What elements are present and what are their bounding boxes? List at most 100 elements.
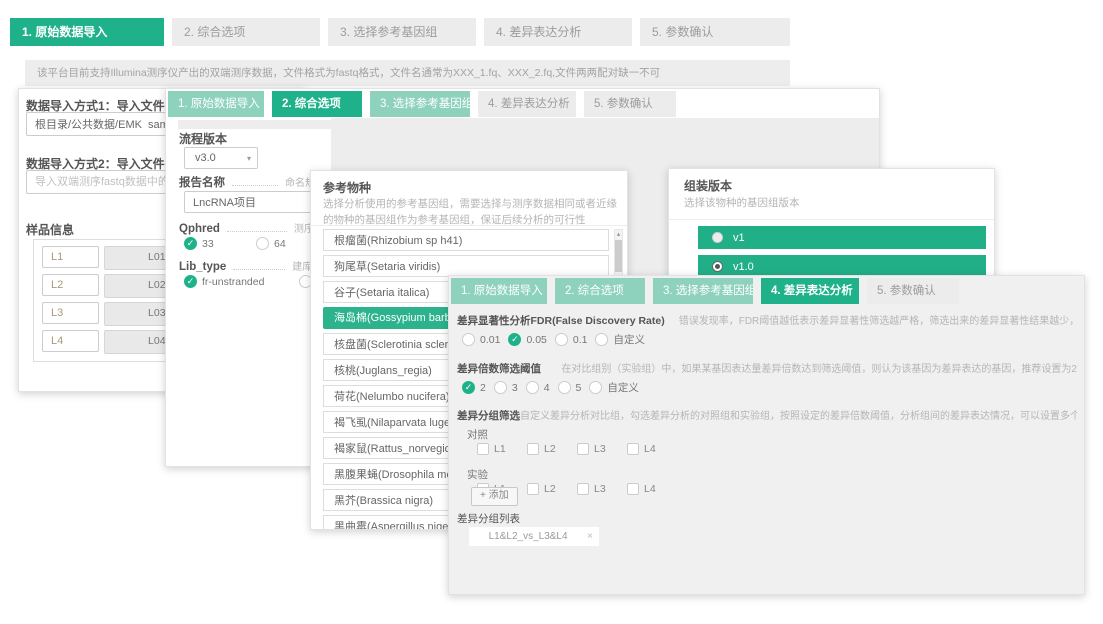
tab-step5-confirm[interactable]: 5. 参数确认 [867, 278, 959, 304]
group-filter-label: 差异分组筛选 [457, 408, 520, 423]
tab-step1-raw-data-import[interactable]: 1. 原始数据导入 [168, 91, 264, 117]
radio-label: 0.05 [526, 334, 546, 346]
tab-step1-raw-data-import[interactable]: 1. 原始数据导入 [10, 18, 164, 46]
radio-fc-5[interactable]: 5 [558, 381, 582, 394]
tab-step3-reference-genome[interactable]: 3. 选择参考基因组 [653, 278, 753, 304]
pipeline-version-label: 流程版本 [179, 130, 227, 147]
report-name-label: 报告名称 [179, 177, 225, 189]
control-checkbox-row: L1 L2 L3 L4 [477, 443, 671, 455]
fold-change-row: 差异倍数筛选阈值 在对比组别（实验组）中，如果某基因表达量差异倍数达到筛选阈值，… [457, 360, 1077, 376]
species-panel-description: 选择分析使用的参考基因组，需要选择与测序数据相同或者近缘的物种的基因组作为参考基… [323, 196, 617, 229]
checkbox-label: L1 [494, 443, 506, 455]
tab-step2-general-options[interactable]: 2. 综合选项 [272, 91, 362, 117]
group-filter-row: 差异分组筛选 自定义差异分析对比组，勾选差异分析的对照组和实验组，按照设定的差异… [457, 407, 1077, 423]
control-group-label: 对照 [467, 427, 488, 442]
radio-label: 3 [512, 382, 518, 394]
tab-step4-dea[interactable]: 4. 差异表达分析 [484, 18, 632, 46]
checkbox-icon [527, 443, 539, 455]
checkbox-label: L3 [594, 443, 606, 455]
species-panel-title: 参考物种 [323, 179, 371, 196]
fdr-label: 差异显著性分析FDR(False Discovery Rate) [457, 313, 665, 328]
add-group-button[interactable]: + 添加 [471, 487, 518, 506]
fold-change-hint: 在对比组别（实验组）中，如果某基因表达量差异倍数达到筛选阈值，则认为该基因为差异… [561, 360, 1077, 375]
treatment-group-label: 实验 [467, 467, 488, 482]
radio-fc-4[interactable]: 4 [526, 381, 550, 394]
radio-checked-icon [712, 261, 723, 272]
tab-step4-dea[interactable]: 4. 差异表达分析 [761, 278, 859, 304]
radio-unchecked-icon [555, 333, 568, 346]
pipeline-version-value: v3.0 [195, 152, 216, 164]
checkbox-treatment-l4[interactable]: L4 [627, 483, 671, 495]
dotted-leader [233, 260, 285, 270]
group-filter-hint: 自定义差异分析对比组，勾选差异分析的对照组和实验组，按照设定的差异倍数阈值，分析… [520, 407, 1077, 422]
radio-lib-type-fr-unstranded[interactable]: ✓ fr-unstranded [184, 275, 264, 288]
assembly-panel-title: 组装版本 [684, 177, 732, 194]
radio-checked-icon: ✓ [462, 381, 475, 394]
sample-name-input[interactable] [42, 330, 99, 352]
radio-fdr-0-01[interactable]: 0.01 [462, 333, 500, 346]
checkbox-label: L3 [594, 483, 606, 495]
wizard-tabs-options: 1. 原始数据导入 2. 综合选项 3. 选择参考基因组 4. 差异表达分析 5… [168, 91, 676, 117]
radio-label: 0.01 [480, 334, 500, 346]
tab-step2-general-options[interactable]: 2. 综合选项 [172, 18, 320, 46]
checkbox-treatment-l2[interactable]: L2 [527, 483, 571, 495]
tab-step3-reference-genome[interactable]: 3. 选择参考基因组 [370, 91, 470, 117]
version-label: v1 [733, 232, 745, 244]
pipeline-version-select[interactable]: v3.0 ▾ [184, 147, 258, 169]
radio-qphred-64[interactable]: 64 [256, 237, 286, 250]
species-item[interactable]: 根瘤菌(Rhizobium sp h41) [323, 229, 609, 251]
wizard-tabs-back: 1. 原始数据导入 2. 综合选项 3. 选择参考基因组 4. 差异表达分析 5… [10, 18, 790, 46]
checkbox-label: L2 [544, 483, 556, 495]
sample-name-input[interactable] [42, 246, 99, 268]
checkbox-icon [577, 483, 589, 495]
tab-step5-confirm[interactable]: 5. 参数确认 [584, 91, 676, 117]
dotted-leader [227, 222, 287, 232]
checkbox-control-l1[interactable]: L1 [477, 443, 521, 455]
radio-fdr-0-1[interactable]: 0.1 [555, 333, 588, 346]
radio-unchecked-icon [595, 333, 608, 346]
version-option-v1[interactable]: v1 [698, 226, 986, 249]
scrollbar-thumb[interactable] [615, 240, 622, 272]
radio-label: 64 [274, 238, 286, 250]
tab-step5-confirm[interactable]: 5. 参数确认 [640, 18, 790, 46]
checkbox-label: L4 [644, 483, 656, 495]
radio-checked-icon: ✓ [184, 275, 197, 288]
sample-info-label: 样品信息 [26, 221, 74, 238]
radio-label: 2 [480, 382, 486, 394]
tab-step4-dea[interactable]: 4. 差异表达分析 [478, 91, 576, 117]
sample-name-input[interactable] [42, 302, 99, 324]
lib-type-label: Lib_type [179, 261, 226, 273]
radio-qphred-33[interactable]: ✓ 33 [184, 237, 214, 250]
radio-label: fr-unstranded [202, 276, 264, 288]
close-icon[interactable]: × [587, 531, 599, 542]
divider [311, 225, 628, 226]
tab-step3-reference-genome[interactable]: 3. 选择参考基因组 [328, 18, 476, 46]
checkbox-control-l4[interactable]: L4 [627, 443, 671, 455]
radio-fc-3[interactable]: 3 [494, 381, 518, 394]
radio-fdr-0-05[interactable]: ✓0.05 [508, 333, 546, 346]
radio-label: 0.1 [573, 334, 588, 346]
checkbox-control-l3[interactable]: L3 [577, 443, 621, 455]
radio-fc-custom[interactable]: 自定义 [589, 380, 639, 395]
radio-label: 4 [544, 382, 550, 394]
qphred-label: Qphred [179, 223, 220, 235]
checkbox-label: L2 [544, 443, 556, 455]
checkbox-control-l2[interactable]: L2 [527, 443, 571, 455]
assembly-panel-description: 选择该物种的基因组版本 [684, 195, 800, 210]
species-item[interactable]: 狗尾草(Setaria viridis) [323, 255, 609, 277]
tab-step1-raw-data-import[interactable]: 1. 原始数据导入 [451, 278, 547, 304]
dotted-leader [232, 176, 278, 186]
radio-label: 5 [576, 382, 582, 394]
radio-unchecked-icon [712, 232, 723, 243]
radio-fc-2[interactable]: ✓2 [462, 381, 486, 394]
sample-name-input[interactable] [42, 274, 99, 296]
chevron-down-icon: ▾ [247, 154, 251, 163]
fold-change-radio-group: ✓2 3 4 5 自定义 [462, 380, 639, 395]
version-label: v1.0 [733, 261, 754, 273]
divider [669, 219, 995, 220]
checkbox-treatment-l3[interactable]: L3 [577, 483, 621, 495]
radio-unchecked-icon [558, 381, 571, 394]
radio-unchecked-icon [526, 381, 539, 394]
tab-step2-general-options[interactable]: 2. 综合选项 [555, 278, 645, 304]
radio-fdr-custom[interactable]: 自定义 [595, 332, 645, 347]
